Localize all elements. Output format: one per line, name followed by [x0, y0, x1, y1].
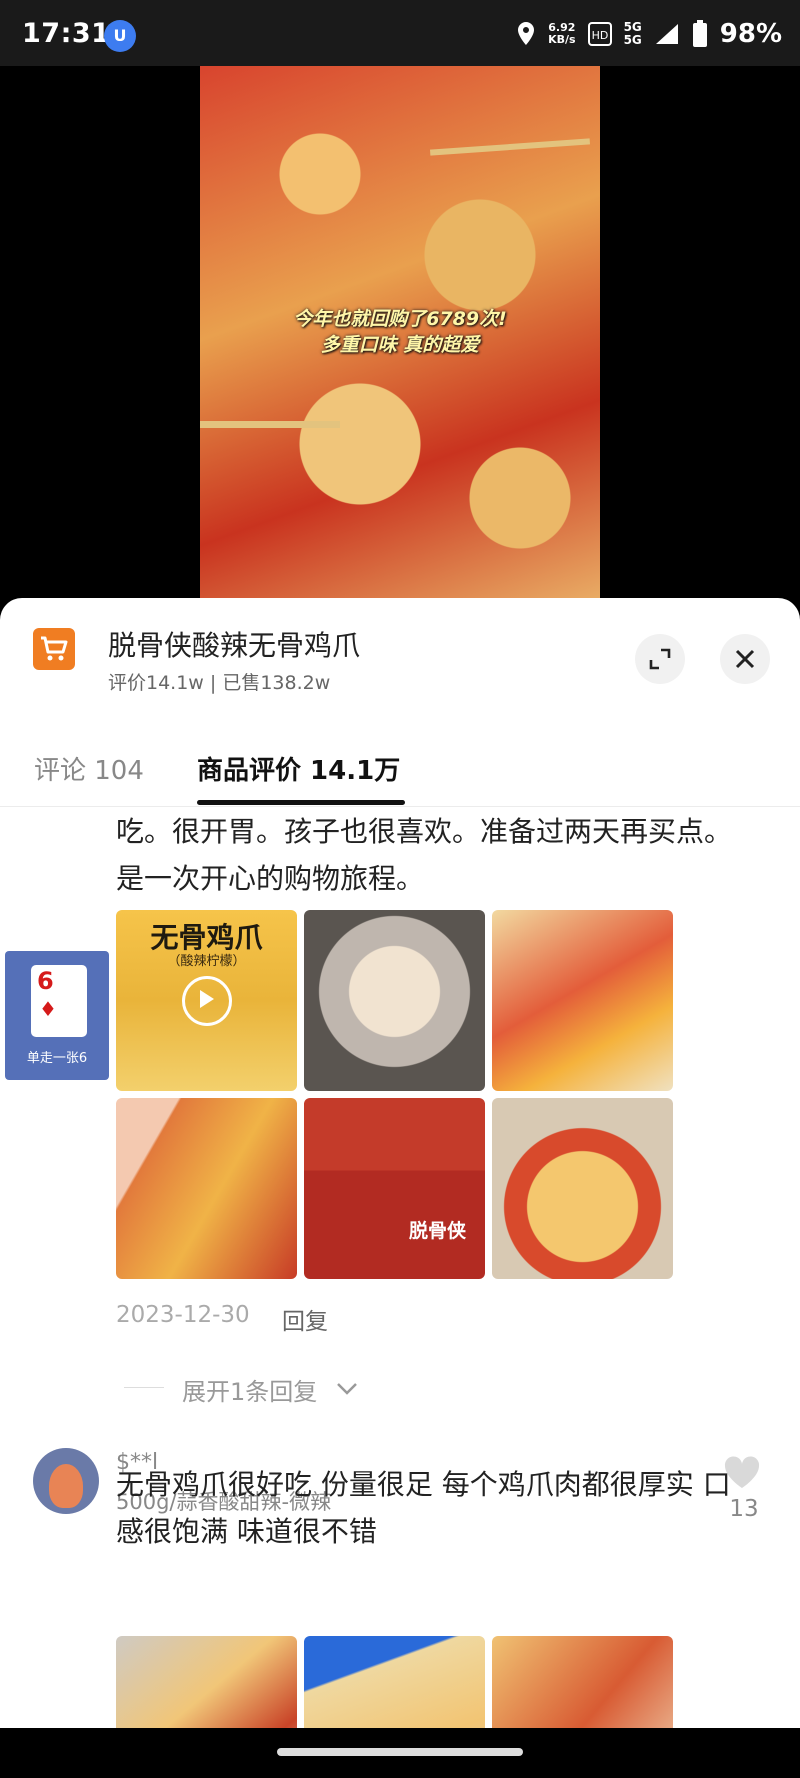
- jar-label: 脱骨侠: [409, 1220, 467, 1242]
- status-bar: 17:31 U 6.92 KB/s HD 5G 5G 98%: [0, 0, 800, 66]
- system-nav-bar: [0, 1728, 800, 1778]
- review-photo[interactable]: [116, 1636, 297, 1728]
- review-photo[interactable]: [116, 1098, 297, 1279]
- avatar-image: [49, 1464, 83, 1508]
- play-icon: [182, 976, 232, 1026]
- chopstick: [200, 421, 340, 428]
- reply-button[interactable]: 回复: [282, 1302, 328, 1336]
- tab-bar: 评论 104 商品评价 14.1万: [0, 728, 800, 807]
- review-text: 无骨鸡爪很好吃 份量很足 每个鸡爪肉都很厚实 口感很饱满 味道很不错: [116, 1468, 731, 1548]
- signal-icon: [655, 24, 678, 44]
- tab-product-reviews[interactable]: 商品评价 14.1万: [197, 750, 400, 787]
- product-title[interactable]: 脱骨侠酸辣无骨鸡爪: [108, 624, 360, 664]
- network-speed: 6.92 KB/s: [548, 22, 575, 46]
- reviews-sheet: 脱骨侠酸辣无骨鸡爪 评价14.1w | 已售138.2w 评论 104 商品评价…: [0, 598, 800, 1728]
- product-photo: 今年也就回购了6789次! 多重口味 真的超爱: [200, 66, 600, 606]
- tab-comments[interactable]: 评论 104: [34, 750, 144, 787]
- review-photo[interactable]: [492, 910, 673, 1091]
- review-photo[interactable]: [304, 1636, 485, 1728]
- playing-card-icon: 6 ♦: [31, 965, 87, 1037]
- review-date: 2023-12-30: [116, 1302, 250, 1328]
- expand-icon: [649, 648, 671, 670]
- location-icon: [518, 22, 535, 45]
- review-video-thumbnail[interactable]: 无骨鸡爪 （酸辣柠檬）: [116, 910, 297, 1091]
- active-tab-indicator: [197, 800, 405, 805]
- status-right-group: 6.92 KB/s HD 5G 5G 98%: [516, 14, 782, 54]
- promo-card-label: 单走一张6: [26, 1051, 88, 1066]
- product-meta: 评价14.1w | 已售138.2w: [108, 672, 331, 694]
- package-sublabel: （酸辣柠檬）: [167, 954, 246, 969]
- caption-line-1: 今年也就回购了6789次!: [293, 308, 507, 330]
- app-notification-icon: U: [104, 20, 136, 52]
- network-bottom: 5G: [623, 33, 642, 47]
- close-button[interactable]: [720, 634, 770, 684]
- home-gesture-handle[interactable]: [277, 1748, 523, 1756]
- review-photo[interactable]: [304, 910, 485, 1091]
- avatar[interactable]: [33, 1448, 99, 1514]
- floating-promo-card[interactable]: 6 ♦ 单走一张6: [5, 951, 109, 1080]
- divider: [124, 1387, 164, 1388]
- chevron-down-icon: [337, 1383, 357, 1395]
- card-rank: 6: [37, 967, 54, 995]
- expand-button[interactable]: [635, 634, 685, 684]
- status-time: 17:31: [22, 18, 111, 49]
- caption-line-2: 多重口味 真的超爱: [320, 334, 480, 356]
- diamond-icon: ♦: [39, 997, 57, 1021]
- svg-text:HD: HD: [591, 29, 608, 42]
- speed-unit: KB/s: [548, 33, 576, 46]
- chopstick: [429, 138, 591, 156]
- battery-icon: [692, 20, 707, 47]
- review-photo[interactable]: [492, 1636, 673, 1728]
- network-type: 5G 5G: [624, 21, 642, 47]
- battery-level: 98%: [719, 19, 782, 49]
- shopping-cart-icon: [33, 628, 75, 670]
- hd-icon: HD: [587, 22, 612, 46]
- close-icon: [735, 649, 755, 669]
- review-photo[interactable]: 脱骨侠: [304, 1098, 485, 1279]
- review-photo[interactable]: [492, 1098, 673, 1279]
- expand-replies-button[interactable]: 展开1条回复: [182, 1372, 317, 1407]
- photo-caption: 今年也就回购了6789次! 多重口味 真的超爱: [200, 306, 600, 358]
- product-media[interactable]: 今年也就回购了6789次! 多重口味 真的超爱: [0, 66, 800, 606]
- review-text: 吃。很开胃。孩子也很喜欢。准备过两天再买点。是一次开心的购物旅程。: [116, 815, 733, 895]
